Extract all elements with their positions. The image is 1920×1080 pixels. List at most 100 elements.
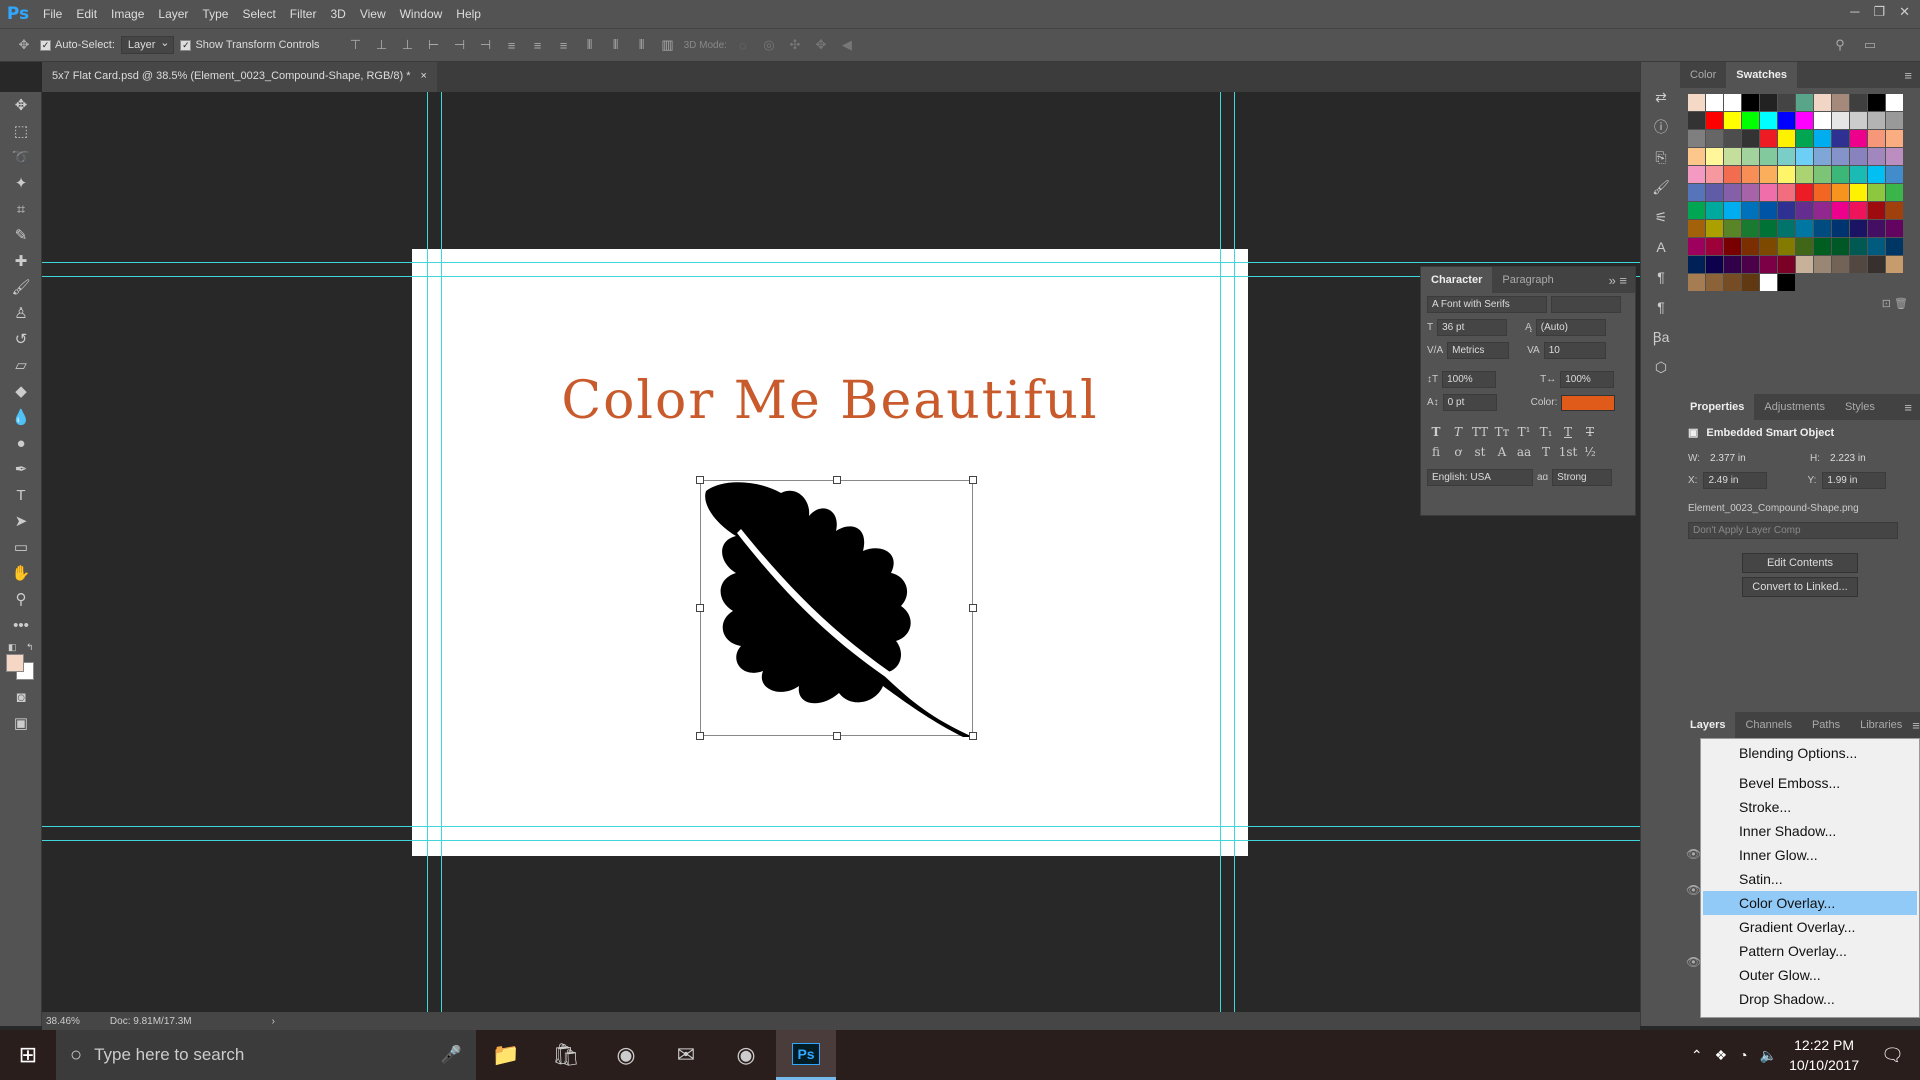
- swatch[interactable]: [1724, 274, 1741, 291]
- store-icon[interactable]: 🛍: [536, 1030, 596, 1080]
- font-size-field[interactable]: 36 pt: [1437, 319, 1508, 336]
- text-color-swatch[interactable]: [1561, 394, 1616, 411]
- swatch[interactable]: [1760, 220, 1777, 237]
- more-tools-icon[interactable]: •••: [0, 612, 42, 638]
- swatch[interactable]: [1760, 274, 1777, 291]
- swatch[interactable]: [1706, 202, 1723, 219]
- swatch[interactable]: [1688, 166, 1705, 183]
- swatch[interactable]: [1850, 202, 1867, 219]
- cortana-icon[interactable]: ○: [70, 1044, 82, 1067]
- glyphs-icon[interactable]: Ꞵa: [1641, 322, 1681, 352]
- small-caps-button[interactable]: Tт: [1493, 425, 1511, 439]
- swatch[interactable]: [1724, 148, 1741, 165]
- swatch[interactable]: [1796, 220, 1813, 237]
- swatch[interactable]: [1796, 202, 1813, 219]
- swatch[interactable]: [1742, 130, 1759, 147]
- anti-alias-dropdown[interactable]: Strong: [1552, 469, 1613, 486]
- swatch[interactable]: [1814, 94, 1831, 111]
- swatch[interactable]: [1706, 220, 1723, 237]
- info-icon[interactable]: ⓘ: [1641, 112, 1681, 142]
- swatch[interactable]: [1850, 112, 1867, 129]
- subscript-button[interactable]: T₁: [1537, 425, 1555, 439]
- strikethrough-button[interactable]: T: [1581, 425, 1599, 439]
- tab-paths[interactable]: Paths: [1802, 712, 1850, 738]
- menu-item-blending-options[interactable]: Blending Options...: [1703, 741, 1917, 765]
- titling-button[interactable]: T: [1537, 445, 1555, 459]
- swatch[interactable]: [1742, 256, 1759, 273]
- swatch[interactable]: [1742, 238, 1759, 255]
- edit-contents-button[interactable]: Edit Contents: [1742, 553, 1858, 573]
- align-hcenter-icon[interactable]: ⊣: [450, 35, 470, 55]
- tab-libraries[interactable]: Libraries: [1850, 712, 1912, 738]
- brush-presets-icon[interactable]: 🖌: [1641, 172, 1681, 202]
- panel-menu-icon[interactable]: ≡: [1912, 718, 1920, 733]
- swatch[interactable]: [1706, 256, 1723, 273]
- photoshop-taskbar-icon[interactable]: Ps: [776, 1030, 836, 1080]
- new-swatch-icon[interactable]: ⊡: [1882, 298, 1891, 310]
- swatch[interactable]: [1778, 256, 1795, 273]
- guide-vertical[interactable]: [1220, 92, 1221, 1012]
- baseline-shift-field[interactable]: 0 pt: [1442, 394, 1497, 411]
- swatch[interactable]: [1796, 184, 1813, 201]
- swatch[interactable]: [1814, 148, 1831, 165]
- swatch[interactable]: [1706, 184, 1723, 201]
- old-style-button[interactable]: ơ: [1449, 445, 1467, 459]
- swatch[interactable]: [1742, 94, 1759, 111]
- distribute-vcenter-icon[interactable]: ≡: [528, 35, 548, 55]
- menu-item-inner-glow[interactable]: Inner Glow...: [1703, 843, 1917, 867]
- align-left-icon[interactable]: ⊢: [424, 35, 444, 55]
- swatch[interactable]: [1850, 130, 1867, 147]
- path-selection-tool-icon[interactable]: ➤: [0, 508, 42, 534]
- transform-handle-br[interactable]: [969, 732, 977, 740]
- swatch[interactable]: [1886, 148, 1903, 165]
- transform-handle-bl[interactable]: [696, 732, 704, 740]
- swatch[interactable]: [1742, 184, 1759, 201]
- swatch[interactable]: [1886, 184, 1903, 201]
- swatch[interactable]: [1814, 256, 1831, 273]
- wifi-icon[interactable]: ◔: [1739, 1047, 1747, 1063]
- swatch[interactable]: [1796, 112, 1813, 129]
- swap-colors-icon[interactable]: ↰: [26, 642, 34, 653]
- paragraph-panel-icon[interactable]: ¶: [1641, 262, 1681, 292]
- file-explorer-icon[interactable]: 📁: [476, 1030, 536, 1080]
- clone-stamp-tool-icon[interactable]: ♙: [0, 300, 42, 326]
- menu-window[interactable]: Window: [393, 7, 450, 21]
- swatch[interactable]: [1850, 166, 1867, 183]
- 3d-slide-icon[interactable]: ✥: [811, 35, 831, 55]
- swatch[interactable]: [1868, 94, 1885, 111]
- delete-swatch-icon[interactable]: 🗑: [1894, 298, 1908, 310]
- swatch[interactable]: [1886, 130, 1903, 147]
- chrome-icon[interactable]: ◉: [596, 1030, 656, 1080]
- panel-menu-icon[interactable]: » ≡: [1609, 273, 1635, 288]
- swatch[interactable]: [1814, 112, 1831, 129]
- all-caps-button[interactable]: TT: [1471, 425, 1489, 439]
- tab-styles[interactable]: Styles: [1835, 394, 1885, 420]
- swatch[interactable]: [1760, 202, 1777, 219]
- swatch[interactable]: [1688, 202, 1705, 219]
- swatch[interactable]: [1796, 130, 1813, 147]
- swatch[interactable]: [1778, 220, 1795, 237]
- microphone-icon[interactable]: 🎤: [441, 1045, 462, 1065]
- move-tool-icon[interactable]: ✥: [0, 92, 42, 118]
- transform-handle-t[interactable]: [833, 476, 841, 484]
- distribute-right-icon[interactable]: ⦀: [632, 35, 652, 55]
- guide-horizontal[interactable]: [42, 840, 1640, 841]
- menu-item-drop-shadow[interactable]: Drop Shadow...: [1703, 987, 1917, 1011]
- swatch[interactable]: [1868, 256, 1885, 273]
- align-vcenter-icon[interactable]: ⊥: [372, 35, 392, 55]
- menu-view[interactable]: View: [353, 7, 393, 21]
- superscript-button[interactable]: T¹: [1515, 425, 1533, 439]
- healing-brush-tool-icon[interactable]: ✚: [0, 248, 42, 274]
- swatch[interactable]: [1778, 94, 1795, 111]
- workspace-icon[interactable]: ▭: [1860, 35, 1880, 55]
- swatch[interactable]: [1778, 148, 1795, 165]
- tab-channels[interactable]: Channels: [1735, 712, 1801, 738]
- swatch[interactable]: [1760, 112, 1777, 129]
- leading-field[interactable]: (Auto): [1535, 319, 1606, 336]
- eye-icon[interactable]: 👁: [1686, 836, 1701, 872]
- swatch[interactable]: [1706, 94, 1723, 111]
- swatch[interactable]: [1742, 112, 1759, 129]
- color-swatches[interactable]: ◧ ↰: [0, 638, 41, 684]
- transform-handle-tr[interactable]: [969, 476, 977, 484]
- swatch[interactable]: [1868, 184, 1885, 201]
